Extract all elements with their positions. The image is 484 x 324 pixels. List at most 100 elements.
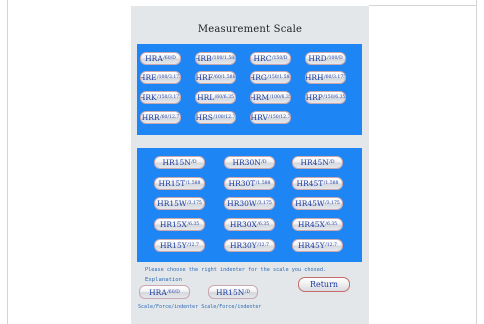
scale-button-hrp[interactable]: HRP/150/6.35 (305, 91, 346, 104)
scale-button-label: HRF (195, 73, 213, 82)
scale-button-suffix: /D (191, 160, 197, 165)
scale-button-label: HR30Y (230, 241, 257, 250)
scale-button-suffix: /D (261, 160, 267, 165)
scale-button-hr15x[interactable]: HR15X/6.35 (154, 218, 205, 231)
scale-button-label: HRK (140, 93, 157, 102)
scale-button-hrb[interactable]: HRB/100/1.588 (195, 52, 236, 65)
measurement-scale-panel: Measurement Scale HRA/60/D HRB/100/1.588 H… (131, 6, 369, 324)
scale-button-suffix: /60/3.175 (324, 75, 346, 80)
scale-button-label: HR30X (229, 220, 257, 229)
example-scale-label: HR15N (215, 287, 245, 297)
scale-button-suffix: /6.35 (187, 222, 200, 227)
scale-button-suffix: /1.588 (323, 181, 339, 186)
scale-button-hrv[interactable]: HRV/150/12.7 (250, 111, 291, 124)
scale-button-hrm[interactable]: HRM/100/6.35 (250, 91, 291, 104)
scale-button-suffix: /12.7 (257, 243, 269, 248)
scale-button-label: HRG (250, 73, 267, 82)
scale-button-hrf[interactable]: HRF/60/1.588 (195, 71, 236, 84)
scale-button-label: HRR (141, 113, 160, 122)
scale-button-label: HRC (253, 54, 272, 63)
scale-button-suffix: /12.7 (187, 243, 199, 248)
scale-button-hr30n[interactable]: HR30N/D (224, 156, 275, 169)
scale-button-hrs[interactable]: HRS/100/12.7 (195, 111, 236, 124)
scale-button-suffix: /150/1.588 (267, 75, 291, 80)
scale-button-hr30x[interactable]: HR30X/6.35 (224, 218, 275, 231)
scale-button-label: HR45X (297, 220, 325, 229)
scale-button-suffix: /150/12.7 (268, 115, 291, 120)
scale-button-hre[interactable]: HRE/100/3.175 (140, 71, 181, 84)
scale-button-suffix: /150/D (271, 56, 288, 61)
example-button-hr15n[interactable]: HR15N/D (208, 285, 258, 299)
return-button[interactable]: Return (298, 277, 350, 292)
scale-button-suffix: /60/6.35 (214, 95, 234, 100)
scale-button-hr30w[interactable]: HR30W/3.175 (224, 197, 275, 210)
scale-button-suffix: /6.35 (257, 222, 270, 227)
scale-button-suffix: /150/3.175 (157, 95, 181, 100)
scale-button-label: HR15W (157, 199, 187, 208)
scale-button-hr15w[interactable]: HR15W/3.175 (154, 197, 205, 210)
scale-button-suffix: /1.588 (185, 181, 201, 186)
scale-button-label: HR15N (162, 158, 191, 167)
scale-button-suffix: /3.175 (257, 201, 272, 206)
scale-button-hr15n[interactable]: HR15N/D (154, 156, 205, 169)
scale-button-hr45x[interactable]: HR45X/6.35 (292, 218, 343, 231)
scale-button-label: HR45N (300, 158, 329, 167)
scale-button-label: HRV (250, 113, 268, 122)
scale-button-label: HR45T (296, 179, 324, 188)
scale-button-hrl[interactable]: HRL/60/6.35 (195, 91, 236, 104)
scale-button-label: HR15Y (160, 241, 187, 250)
scale-button-suffix: /60/D (163, 56, 176, 61)
superficial-rockwell-scale-group: HR15N/D HR30N/D HR45N/D HR15T/1.588 HR30T/1.… (137, 148, 362, 262)
example-scale-label: HRA (149, 287, 167, 297)
scale-button-suffix: /100/3.175 (157, 75, 181, 80)
scale-button-hr30y[interactable]: HR30Y/12.7 (224, 239, 275, 252)
page-title: Measurement Scale (197, 24, 303, 35)
scale-button-suffix: /60/1.588 (213, 75, 236, 80)
scale-button-label: HRM (250, 93, 270, 102)
top-divider-line (369, 5, 476, 6)
instruction-text: Please choose the right indenter for the… (145, 267, 327, 273)
scale-button-suffix: /1.588 (255, 181, 271, 186)
example-button-hra[interactable]: HRA/60/D (139, 285, 190, 299)
scale-button-suffix: /D (329, 160, 335, 165)
standard-rockwell-scale-group: HRA/60/D HRB/100/1.588 HRC/150/D HRD/100/D H… (137, 44, 362, 135)
scale-button-label: HRB (195, 54, 212, 63)
scale-button-label: HRP (305, 93, 323, 102)
scale-button-hr45t[interactable]: HR45T/1.588 (292, 177, 343, 190)
scale-button-hr45n[interactable]: HR45N/D (292, 156, 343, 169)
scale-button-suffix: /3.175 (187, 201, 202, 206)
scale-button-hrk[interactable]: HRK/150/3.175 (140, 91, 181, 104)
scale-button-hr30t[interactable]: HR30T/1.588 (224, 177, 275, 190)
scale-button-hrh[interactable]: HRH/60/3.175 (305, 71, 346, 84)
scale-button-suffix: /12.7 (325, 243, 337, 248)
scale-button-hrd[interactable]: HRD/100/D (305, 52, 346, 65)
scale-button-hr45y[interactable]: HR45Y/12.7 (292, 239, 343, 252)
example-scale-suffix: /60/D (167, 289, 180, 295)
scale-button-hrc[interactable]: HRC/150/D (250, 52, 291, 65)
scale-button-suffix: /3.175 (325, 201, 340, 206)
scale-button-label: HR30N (232, 158, 261, 167)
scale-button-label: HRD (308, 54, 327, 63)
scale-button-label: HRE (140, 73, 157, 82)
scale-button-label: HRA (145, 54, 163, 63)
scale-button-hr45w[interactable]: HR45W/3.175 (292, 197, 343, 210)
scale-button-suffix: /150/6.35 (323, 95, 346, 100)
scale-button-label: HR15T (158, 179, 186, 188)
scale-button-label: HRH (305, 73, 324, 82)
example-caption: Scale/Force/indenter Scale/Force/indente… (138, 304, 262, 310)
scale-button-hra[interactable]: HRA/60/D (140, 52, 181, 65)
scale-button-suffix: /100/6.35 (269, 95, 291, 100)
scale-button-hrr[interactable]: HRR/60/12.7 (140, 111, 181, 124)
scale-button-hr15t[interactable]: HR15T/1.588 (154, 177, 205, 190)
scale-button-label: HR30T (228, 179, 256, 188)
scale-button-label: HR30W (227, 199, 257, 208)
scale-button-label: HR45W (295, 199, 325, 208)
explanation-label: Explanation (145, 277, 183, 283)
example-scale-suffix: /D (244, 289, 251, 295)
scale-button-label: HRS (195, 113, 213, 122)
scale-button-hr15y[interactable]: HR15Y/12.7 (154, 239, 205, 252)
scale-button-label: HRL (197, 93, 215, 102)
scale-button-suffix: /100/D (327, 56, 343, 61)
scale-button-hrg[interactable]: HRG/150/1.588 (250, 71, 291, 84)
scale-button-suffix: /100/12.7 (213, 115, 236, 120)
